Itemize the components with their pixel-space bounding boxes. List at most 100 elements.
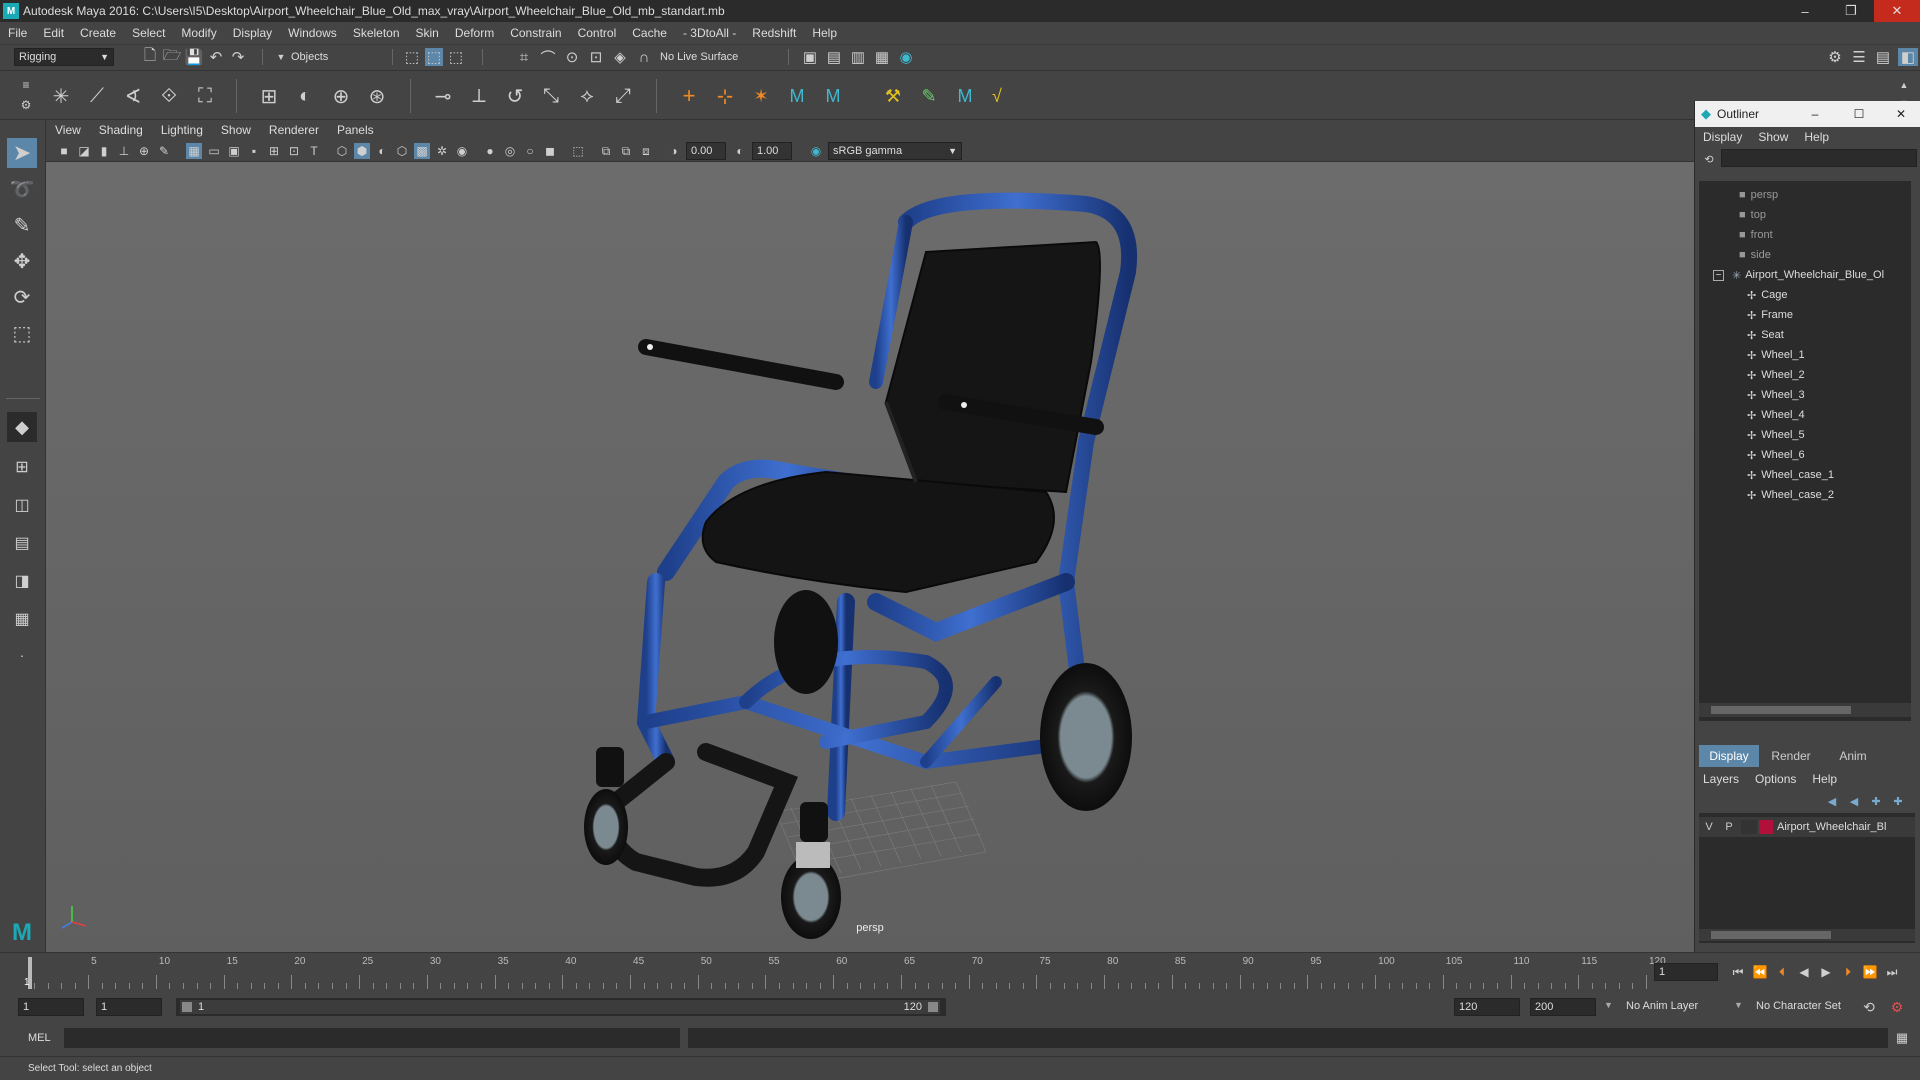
filter-icon[interactable]: ⟲ — [1701, 151, 1717, 167]
hypershade-icon[interactable]: ◉ — [898, 49, 914, 66]
skin-weights-icon[interactable]: ⚒ — [880, 83, 906, 109]
minimize-button[interactable]: – — [1793, 107, 1837, 121]
mirror-joint-icon[interactable]: ⛶ — [192, 83, 218, 109]
undo-icon[interactable]: ↶ — [208, 49, 224, 66]
hypershade-layout-icon[interactable]: ▦ — [7, 604, 37, 634]
tree-item-front[interactable]: ■ front — [1739, 225, 1773, 245]
tree-item-wheel-6[interactable]: ✢ Wheel_6 — [1747, 445, 1805, 465]
new-scene-icon[interactable]: 🗋 — [142, 47, 158, 65]
layer-menu-options[interactable]: Options — [1747, 772, 1804, 786]
safe-title-icon[interactable]: T — [306, 143, 322, 159]
save-scene-icon[interactable]: 💾 — [185, 49, 204, 66]
tree-item-wheel-case-2[interactable]: ✢ Wheel_case_2 — [1747, 485, 1834, 505]
tree-item-cage[interactable]: ✢ Cage — [1747, 285, 1788, 305]
menuset-dropdown[interactable]: Rigging ▼ — [14, 48, 114, 66]
ik-handle-icon[interactable]: ⟋ — [84, 83, 110, 109]
outliner-menu-help[interactable]: Help — [1796, 130, 1837, 144]
range-end-grip[interactable] — [928, 1002, 938, 1012]
anim-layer-dropdown[interactable]: No Anim Layer — [1626, 1000, 1698, 1012]
move-layer-down-icon[interactable]: ◀ — [1845, 793, 1863, 809]
live-surface-label[interactable]: No Live Surface — [660, 51, 738, 63]
scrollbar-thumb[interactable] — [1711, 931, 1831, 939]
move-tool-icon[interactable]: ✥ — [7, 246, 37, 276]
layer-row[interactable]: V P Airport_Wheelchair_Bl — [1699, 817, 1915, 837]
render-frame-icon[interactable]: ▤ — [826, 49, 842, 66]
redo-icon[interactable]: ↷ — [230, 49, 246, 66]
layer-visibility-toggle[interactable]: V — [1699, 821, 1719, 833]
camera-icon[interactable]: ■ — [56, 143, 72, 159]
two-view-layout-icon[interactable]: ◫ — [7, 490, 37, 520]
time-slider-track[interactable]: 5 10 15 20 25 30 35 40 45 50 55 60 65 70 75 80 85 90 95 100… — [30, 953, 1666, 993]
tree-item-root[interactable]: − ✳ Airport_Wheelchair_Blue_Ol — [1713, 265, 1884, 285]
resolution-gate-icon[interactable]: ▣ — [226, 143, 242, 159]
ambient-occlusion-icon[interactable]: ● — [482, 143, 498, 159]
menu-display[interactable]: Display — [225, 26, 280, 40]
safe-action-icon[interactable]: ⊡ — [286, 143, 302, 159]
parent-constraint-icon[interactable]: ⟡ — [574, 83, 600, 109]
layer-display-type[interactable] — [1741, 820, 1757, 834]
menu-skin[interactable]: Skin — [408, 26, 447, 40]
shelf-settings-icon[interactable]: ⚙ — [18, 97, 34, 113]
scale-tool-icon[interactable]: ⬚ — [7, 318, 37, 348]
exposure-icon[interactable]: ◑ — [666, 143, 682, 159]
tree-item-wheel-2[interactable]: ✢ Wheel_2 — [1747, 365, 1805, 385]
play-back-icon[interactable]: ◀ — [1794, 963, 1814, 981]
render-view-icon[interactable]: ▣ — [802, 49, 818, 66]
menu-create[interactable]: Create — [72, 26, 124, 40]
snap-surface-icon[interactable]: ◈ — [612, 49, 628, 66]
field-chart-icon[interactable]: ⊞ — [266, 143, 282, 159]
tab-render[interactable]: Render — [1761, 745, 1821, 767]
3d-scene[interactable]: persp — [46, 162, 1694, 952]
textured-icon[interactable]: ▩ — [414, 143, 430, 159]
gate-mask-icon[interactable]: ▪ — [246, 143, 262, 159]
hik-control-icon[interactable]: M — [820, 83, 846, 109]
vp-menu-view[interactable]: View — [46, 123, 90, 137]
snap-grid-icon[interactable]: ⌗ — [516, 49, 532, 66]
command-language-label[interactable]: MEL — [28, 1032, 51, 1044]
move-layer-up-icon[interactable]: ◀ — [1823, 793, 1841, 809]
four-view-layout-icon[interactable]: ⊞ — [7, 452, 37, 482]
chevron-down-icon[interactable]: ▼ — [276, 49, 286, 65]
aim-constraint-icon[interactable]: ⟂ — [466, 83, 492, 109]
select-component-icon[interactable]: ⬚ — [448, 49, 464, 66]
play-forward-icon[interactable]: ▶ — [1816, 963, 1836, 981]
point-constraint-icon[interactable]: ⊸ — [430, 83, 456, 109]
tree-item-wheel-1[interactable]: ✢ Wheel_1 — [1747, 345, 1805, 365]
go-to-start-icon[interactable]: ⏮ — [1728, 963, 1748, 981]
tab-anim[interactable]: Anim — [1823, 745, 1883, 767]
smooth-shade-icon[interactable]: ⬢ — [354, 143, 370, 159]
camera-attr-icon[interactable]: ◪ — [76, 143, 92, 159]
vp-menu-lighting[interactable]: Lighting — [152, 123, 212, 137]
menu-help[interactable]: Help — [804, 26, 845, 40]
select-tool-icon[interactable]: ➤ — [7, 138, 37, 168]
scale-constraint-icon[interactable]: ⤡ — [538, 83, 564, 109]
playback-end-field[interactable]: 120 — [1454, 998, 1520, 1016]
pole-vector-icon[interactable]: ⤢ — [610, 83, 636, 109]
vp-menu-shading[interactable]: Shading — [90, 123, 152, 137]
xray-icon[interactable]: ⧉ — [598, 143, 614, 159]
tree-item-persp[interactable]: ■ persp — [1739, 185, 1778, 205]
close-button[interactable]: ✕ — [1874, 0, 1920, 22]
gamma-field[interactable]: 1.00 — [752, 142, 792, 160]
outliner-menu-display[interactable]: Display — [1695, 130, 1750, 144]
range-slider-handle[interactable]: 1 120 — [180, 1000, 940, 1014]
step-forward-icon[interactable]: ⏩ — [1860, 963, 1880, 981]
joint-tool-icon[interactable]: ✳ — [48, 83, 74, 109]
close-button[interactable]: ✕ — [1881, 107, 1920, 121]
channel-box-icon[interactable]: ◧ — [1898, 48, 1918, 66]
tree-item-top[interactable]: ■ top — [1739, 205, 1766, 225]
shadows-icon[interactable]: ◉ — [454, 143, 470, 159]
image-plane-icon[interactable]: ⊥ — [116, 143, 132, 159]
ik-spline-icon[interactable]: ∢ — [120, 83, 146, 109]
film-gate-icon[interactable]: ▭ — [206, 143, 222, 159]
menu-constrain[interactable]: Constrain — [502, 26, 569, 40]
snap-view-icon[interactable]: ⊡ — [588, 49, 604, 66]
outliner-menu-show[interactable]: Show — [1750, 130, 1796, 144]
new-layer-icon[interactable]: ✚ — [1867, 793, 1885, 809]
wireframe-icon[interactable]: ⬡ — [334, 143, 350, 159]
chevron-down-icon[interactable]: ▼ — [1734, 1000, 1743, 1010]
paint-tool-icon[interactable]: ✎ — [916, 83, 942, 109]
bookmark-icon[interactable]: ▮ — [96, 143, 112, 159]
color-space-dropdown[interactable]: sRGB gamma ▼ — [828, 142, 962, 160]
layer-menu-help[interactable]: Help — [1804, 772, 1845, 786]
